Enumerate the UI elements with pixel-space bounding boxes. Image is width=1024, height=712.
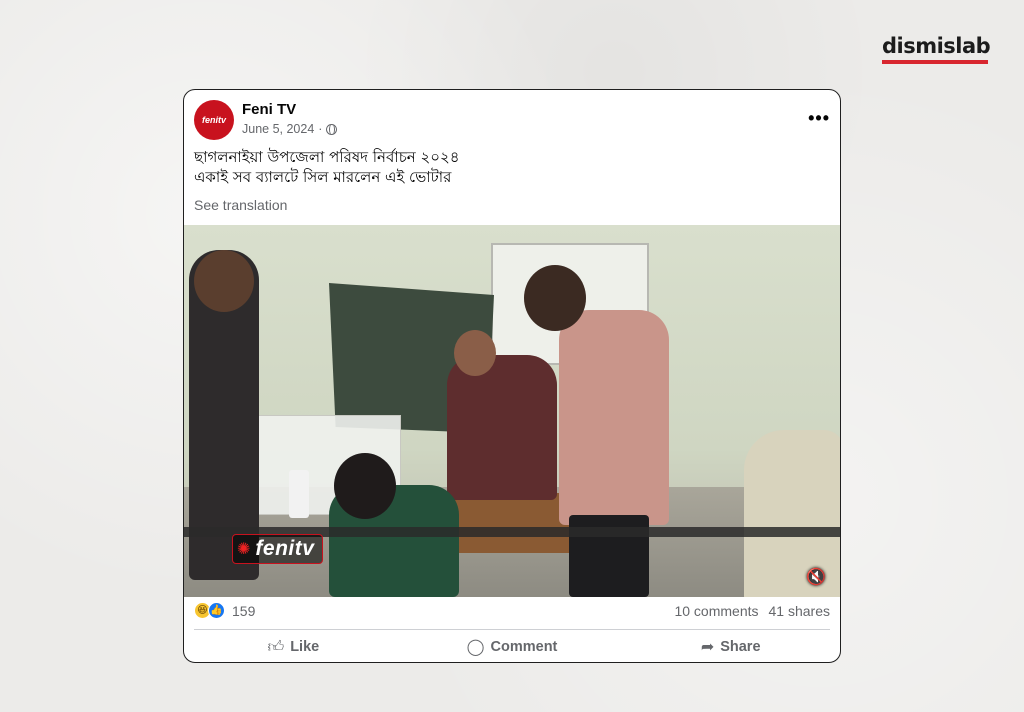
reaction-count: 159: [232, 602, 256, 619]
post-actions: 👍︎ Like ◯ Comment ➦ Share: [184, 631, 840, 662]
video-person-head: [194, 250, 254, 312]
comment-button[interactable]: ◯ Comment: [403, 631, 622, 662]
reaction-summary[interactable]: 😆 👍 159: [194, 602, 255, 619]
globe-icon: [326, 123, 338, 135]
video-person-head: [524, 265, 586, 331]
caption-line-1: ছাগলনাইয়া উপজেলা পরিষদ নির্বাচন ২০২৪: [194, 148, 460, 166]
avatar-logo-text: fenitv: [201, 115, 226, 125]
video-watermark: ✺ fenitv: [232, 534, 324, 564]
like-reaction-icon: 👍: [208, 602, 225, 619]
post-meta: June 5, 2024 ·: [242, 122, 338, 136]
shares-count[interactable]: 41 shares: [769, 603, 830, 619]
like-button[interactable]: 👍︎ Like: [184, 631, 403, 662]
watermark-text: fenitv: [255, 537, 315, 560]
thumbs-up-icon: 👍︎: [267, 638, 285, 656]
comment-bubble-icon: ◯: [466, 639, 485, 656]
caption-line-2: একাই সব ব্যালটে সিল মারলেন এই ভোটার: [194, 168, 452, 186]
brand-name: dismislab: [882, 34, 991, 58]
page-name-link[interactable]: Feni TV: [242, 101, 296, 118]
brand-underline: [882, 60, 988, 64]
post-header: fenitv Feni TV June 5, 2024 · •••: [194, 100, 829, 140]
more-options-icon[interactable]: •••: [808, 108, 830, 129]
video-person-head: [334, 453, 396, 519]
video-person-head: [454, 330, 496, 376]
facebook-post-card: fenitv Feni TV June 5, 2024 · ••• ছাগলনা…: [183, 89, 841, 663]
share-button[interactable]: ➦ Share: [621, 631, 840, 662]
video-scene-bottle: [289, 470, 309, 518]
engagement-counts: 10 comments 41 shares: [674, 603, 830, 619]
actions-divider: [194, 629, 830, 630]
page-avatar[interactable]: fenitv: [194, 100, 234, 140]
post-caption: ছাগলনাইয়া উপজেলা পরিষদ নির্বাচন ২০২৪ এক…: [194, 147, 460, 187]
share-label: Share: [720, 639, 761, 655]
comments-count[interactable]: 10 comments: [674, 603, 758, 619]
globe-logo-icon: ✺: [237, 541, 251, 558]
comment-label: Comment: [490, 639, 558, 655]
share-arrow-icon: ➦: [700, 639, 715, 656]
meta-separator: ·: [318, 122, 323, 136]
video-person: [559, 310, 669, 525]
dismislab-logo: dismislab: [882, 34, 992, 64]
see-translation-link[interactable]: See translation: [194, 197, 287, 213]
mute-icon[interactable]: 🔇: [806, 567, 826, 587]
post-video[interactable]: ✺ fenitv 🔇: [184, 225, 840, 597]
post-date[interactable]: June 5, 2024: [242, 122, 314, 136]
video-person: [447, 355, 557, 500]
like-label: Like: [290, 639, 320, 655]
